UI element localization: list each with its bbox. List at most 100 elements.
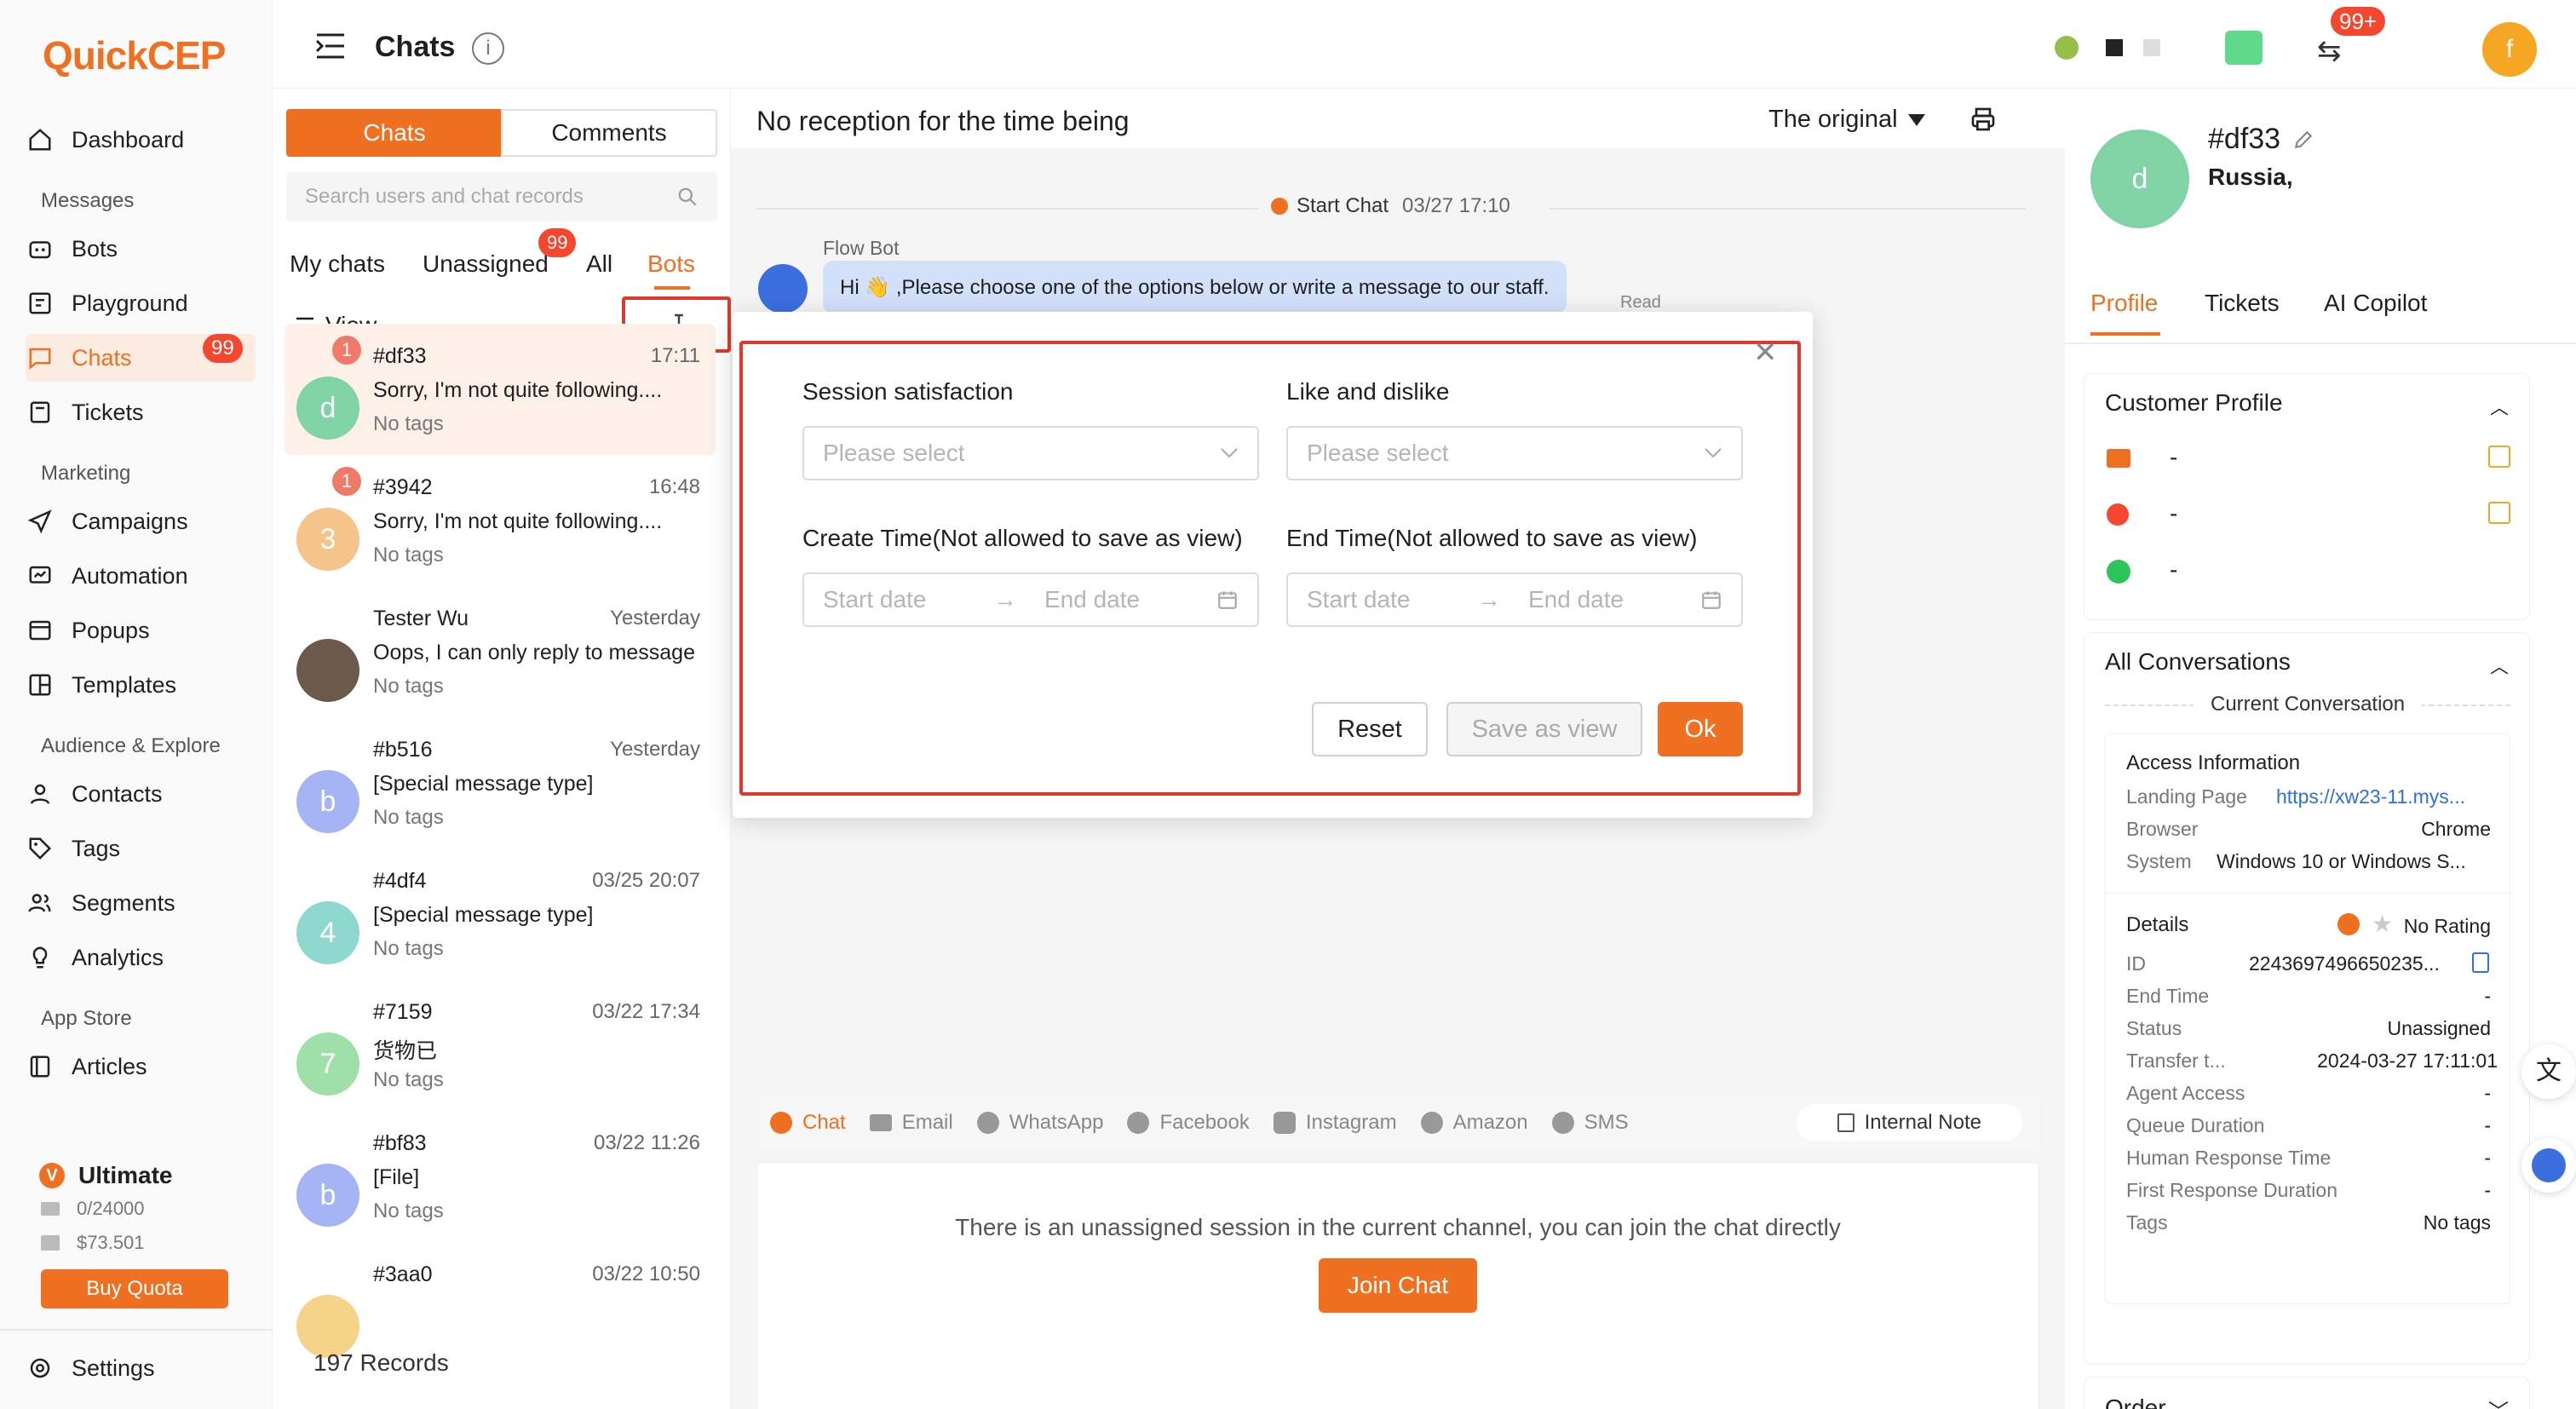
last-message: [Special message type] bbox=[373, 903, 594, 927]
channel-facebook[interactable]: Facebook bbox=[1127, 1111, 1250, 1135]
message-time: 03/22 10:50 bbox=[592, 1262, 700, 1285]
user-avatar[interactable]: f bbox=[2482, 22, 2537, 77]
nav-playground[interactable]: Playground bbox=[26, 279, 256, 327]
menu-collapse-icon[interactable] bbox=[313, 32, 348, 60]
chevron-down-icon bbox=[1220, 447, 1239, 459]
nav-popups[interactable]: Popups bbox=[26, 607, 256, 654]
add-email-icon[interactable] bbox=[2488, 446, 2510, 468]
nav-group-audience: Audience & Explore bbox=[41, 734, 221, 757]
email-icon bbox=[2107, 449, 2130, 468]
nav-automation[interactable]: Automation bbox=[26, 552, 256, 600]
tab-profile[interactable]: Profile bbox=[2090, 290, 2158, 317]
nav-analytics[interactable]: Analytics bbox=[26, 934, 256, 981]
nav-contacts[interactable]: Contacts bbox=[26, 770, 256, 818]
edit-icon[interactable] bbox=[2292, 129, 2314, 151]
access-info-title: Access Information bbox=[2126, 751, 2301, 774]
search-icon bbox=[676, 186, 699, 208]
contact-name: #3aa0 bbox=[373, 1262, 433, 1286]
nav-dashboard[interactable]: Dashboard bbox=[26, 116, 256, 164]
session-satisfaction-label: Session satisfaction bbox=[802, 378, 1014, 405]
session-satisfaction-select[interactable]: Please select bbox=[802, 426, 1259, 480]
unassigned-badge: 99 bbox=[538, 228, 577, 257]
mail-icon bbox=[41, 1202, 60, 1216]
channel-amazon[interactable]: Amazon bbox=[1420, 1111, 1528, 1135]
phone-icon bbox=[2107, 503, 2129, 526]
copy-icon[interactable] bbox=[2472, 952, 2489, 973]
chat-list-item[interactable]: #3aa0 03/22 10:50 bbox=[285, 1262, 716, 1409]
filter-modal: ✕ Session satisfaction Please select Lik… bbox=[733, 312, 1813, 818]
filter-all[interactable]: All bbox=[586, 250, 612, 278]
join-chat-button[interactable]: Join Chat bbox=[1319, 1258, 1477, 1313]
arrow-right-icon: → bbox=[1477, 586, 1501, 612]
nav-chats[interactable]: Chats 99 bbox=[26, 334, 256, 382]
channel-whatsapp[interactable]: WhatsApp bbox=[976, 1111, 1103, 1135]
quota-money: $73.501 bbox=[41, 1232, 145, 1254]
channel-sms[interactable]: SMS bbox=[1551, 1111, 1629, 1135]
message-check-icon[interactable] bbox=[2225, 31, 2263, 65]
left-nav: QuickCEP Dashboard Messages Bots Playgro… bbox=[0, 0, 273, 1409]
arrow-right-icon: → bbox=[993, 586, 1017, 612]
current-conversation-label: Current Conversation bbox=[2194, 693, 2423, 716]
nav-articles[interactable]: Articles bbox=[26, 1043, 256, 1090]
tab-comments[interactable]: Comments bbox=[501, 109, 717, 157]
nav-tags[interactable]: Tags bbox=[26, 825, 256, 872]
shopify-icon[interactable] bbox=[2055, 36, 2079, 60]
add-phone-icon[interactable] bbox=[2488, 502, 2510, 524]
bot-message: Hi 👋 ,Please choose one of the options b… bbox=[823, 261, 1567, 313]
search-box[interactable]: Search users and chat records bbox=[286, 172, 717, 221]
save-as-view-button[interactable]: Save as view bbox=[1446, 702, 1642, 756]
language-select[interactable]: The original bbox=[1768, 106, 1925, 134]
nav-tickets[interactable]: Tickets bbox=[26, 388, 256, 436]
channel-chat[interactable]: Chat bbox=[770, 1111, 846, 1135]
filter-unassigned[interactable]: Unassigned bbox=[423, 250, 549, 278]
all-conversations-card: All Conversations ︿ Current Conversation… bbox=[2084, 632, 2530, 1365]
nav-campaigns[interactable]: Campaigns bbox=[26, 497, 256, 545]
filter-my-chats[interactable]: My chats bbox=[290, 250, 385, 278]
like-dislike-select[interactable]: Please select bbox=[1286, 426, 1743, 480]
plan-label: V Ultimate bbox=[39, 1162, 172, 1189]
tag-icon bbox=[26, 834, 55, 863]
ai-assistant-icon[interactable] bbox=[2521, 1138, 2576, 1193]
nav-group-appstore: App Store bbox=[41, 1007, 132, 1030]
composer-area: There is an unassigned session in the cu… bbox=[756, 1162, 2039, 1409]
close-icon[interactable]: ✕ bbox=[1753, 336, 1778, 370]
contact-name: #df33 bbox=[373, 344, 427, 368]
end-time-range[interactable]: Start date → End date bbox=[1286, 572, 1743, 627]
info-icon[interactable]: i bbox=[472, 32, 504, 65]
chats-unread-badge: 99 bbox=[203, 334, 243, 363]
transfer-icon[interactable]: ⇆ bbox=[2317, 34, 2342, 68]
chat-bubble-icon bbox=[1271, 198, 1288, 215]
channel-instagram[interactable]: Instagram bbox=[1273, 1111, 1397, 1135]
collapse-icon[interactable]: ︿ bbox=[2490, 652, 2509, 679]
messenger-icon bbox=[1127, 1112, 1150, 1134]
caret-down-icon bbox=[1907, 113, 1925, 126]
contact-name: #3942 bbox=[373, 475, 433, 499]
nav-templates[interactable]: Templates bbox=[26, 661, 256, 709]
filter-bots[interactable]: Bots bbox=[647, 250, 695, 278]
chat-list-item[interactable]: d 1 #df33 17:11 Sorry, I'm not quite followi… bbox=[285, 324, 716, 455]
order-card[interactable]: Order ﹀ bbox=[2084, 1377, 2530, 1409]
nav-bots[interactable]: Bots bbox=[26, 225, 256, 273]
internal-note-button[interactable]: Internal Note bbox=[1796, 1104, 2022, 1142]
last-message: Sorry, I'm not quite following.... bbox=[373, 378, 663, 402]
nav-settings[interactable]: Settings bbox=[26, 1344, 256, 1392]
create-time-range[interactable]: Start date → End date bbox=[802, 572, 1259, 627]
tab-ai-copilot[interactable]: AI Copilot bbox=[2324, 290, 2427, 317]
row-tags: No tags bbox=[373, 937, 444, 960]
collapse-icon[interactable]: ︿ bbox=[2490, 393, 2509, 420]
start-chat-marker: Start Chat 03/27 17:10 bbox=[1259, 194, 1522, 218]
ok-button[interactable]: Ok bbox=[1658, 702, 1743, 756]
print-icon[interactable] bbox=[1969, 106, 1997, 133]
translate-icon[interactable]: 文 bbox=[2521, 1044, 2576, 1099]
status-square-light-icon bbox=[2143, 39, 2160, 56]
reset-button[interactable]: Reset bbox=[1312, 702, 1428, 756]
last-message: Oops, I can only reply to message bbox=[373, 641, 695, 664]
landing-page-link[interactable]: https://xw23-11.mys... bbox=[2276, 785, 2465, 808]
nav-segments[interactable]: Segments bbox=[26, 879, 256, 927]
buy-quota-button[interactable]: Buy Quota bbox=[41, 1269, 228, 1308]
row-tags: No tags bbox=[373, 806, 444, 829]
tab-chats[interactable]: Chats bbox=[286, 109, 503, 157]
email-value: - bbox=[2170, 444, 2178, 470]
channel-email[interactable]: Email bbox=[869, 1111, 953, 1135]
tab-tickets[interactable]: Tickets bbox=[2205, 290, 2280, 317]
